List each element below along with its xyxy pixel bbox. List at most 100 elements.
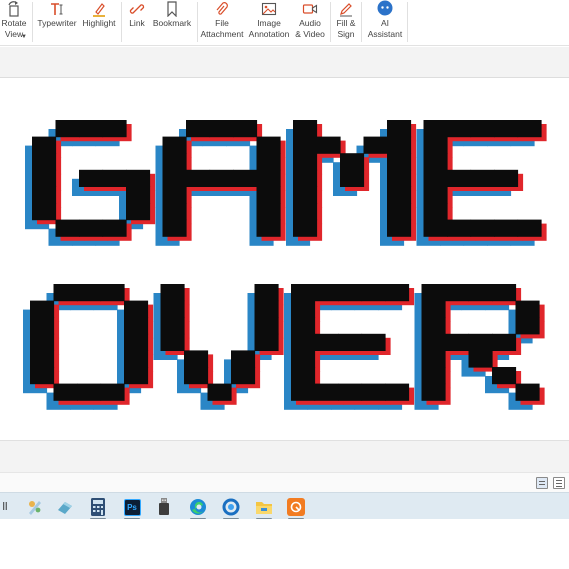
letter-pixel [387, 203, 412, 221]
letter-pixel [102, 219, 127, 237]
letter-pixel [445, 284, 470, 302]
letter-pixel [340, 169, 365, 187]
letter-pixel [291, 383, 316, 401]
ai-assistant-button[interactable]: AI Assistant [365, 0, 405, 46]
toolbar-separator [121, 2, 122, 42]
letter-pixel [421, 367, 446, 385]
letter-pixel [470, 120, 495, 138]
letter-pixel [494, 169, 519, 187]
typewriter-label: Typewriter [37, 18, 77, 28]
letter-pixel [256, 169, 281, 187]
edge-browser-icon[interactable] [187, 496, 209, 520]
letter-pixel [209, 169, 234, 187]
letter-pixel [126, 203, 151, 221]
letter-pixel [421, 383, 446, 401]
letter-pixel [100, 284, 125, 302]
letter-pixel [207, 383, 232, 401]
letter-pixel [468, 333, 493, 351]
ai-assistant-label: AI Assistant [367, 18, 403, 39]
document-bottom-area [0, 440, 569, 472]
toolbar-separator [407, 2, 408, 42]
calculator-icon[interactable] [87, 496, 109, 520]
file-attachment-label: File Attachment [200, 18, 244, 39]
single-page-view-icon[interactable] [536, 477, 548, 489]
document-canvas[interactable] [0, 78, 569, 440]
link-button[interactable]: Link [126, 0, 148, 46]
document-toolbar-area [0, 47, 569, 78]
letter-pixel [293, 153, 318, 171]
letter-pixel [209, 120, 234, 138]
file-attachment-button[interactable]: File Attachment [200, 0, 244, 46]
letter-pixel [423, 153, 448, 171]
continuous-view-icon[interactable] [553, 477, 565, 489]
letter-pixel [162, 203, 187, 221]
letter-pixel [124, 367, 149, 385]
rotate-view-button[interactable]: Rotate View ▼ [0, 0, 28, 46]
bookmark-button[interactable]: Bookmark [152, 0, 192, 46]
fill-sign-button[interactable]: Fill & Sign [333, 0, 359, 46]
letter-pixel [184, 367, 209, 385]
highlight-button[interactable]: Highlight [80, 0, 118, 46]
blank-area [0, 519, 569, 569]
letter-pixel [160, 317, 185, 335]
letter-pixel [53, 284, 78, 302]
letter-pixel [124, 317, 149, 335]
toolbar-separator [361, 2, 362, 42]
letter-pixel [291, 317, 316, 335]
toolbar-separator [32, 2, 33, 42]
letter-pixel [517, 120, 542, 138]
letter-pixel [421, 350, 446, 368]
audio-video-button[interactable]: Audio & Video [292, 0, 328, 46]
letter-pixel [32, 153, 57, 171]
letter-pixel [314, 333, 339, 351]
fill-sign-label: Fill & Sign [336, 18, 356, 39]
usb-drive-icon[interactable] [153, 496, 175, 518]
letter-pixel [517, 219, 542, 237]
letter-pixel [32, 186, 57, 204]
letter-pixel [385, 383, 410, 401]
letter-pixel [124, 333, 149, 351]
typewriter-button[interactable]: Typewriter [36, 0, 78, 46]
letter-pixel [363, 136, 388, 154]
letter-pixel [492, 367, 517, 385]
letter-pixel [162, 169, 187, 187]
letter-pixel [387, 169, 412, 187]
letter-pixel [421, 300, 446, 318]
pdf-reader-icon[interactable] [285, 496, 307, 520]
letter-pixel [340, 153, 365, 171]
letter-pixel [291, 333, 316, 351]
letter-pixel [291, 350, 316, 368]
letter-pixel [233, 169, 258, 187]
letter-pixel [30, 367, 55, 385]
letter-pixel [314, 284, 339, 302]
letter-pixel [423, 186, 448, 204]
file-explorer-icon[interactable] [253, 496, 275, 520]
letter-pixel [291, 284, 316, 302]
paint-icon[interactable] [24, 496, 46, 518]
letter-pixel [492, 333, 517, 351]
letter-pixel [162, 186, 187, 204]
letter-pixel [515, 300, 540, 318]
image-annotation-button[interactable]: Image Annotation [247, 0, 291, 46]
highlighter-icon [90, 0, 108, 18]
letter-pixel [30, 317, 55, 335]
letter-pixel [32, 203, 57, 221]
letter-pixel [160, 284, 185, 302]
letter-pixel [100, 383, 125, 401]
video-camera-icon [301, 0, 319, 18]
letter-pixel [293, 136, 318, 154]
letter-pixel [423, 120, 448, 138]
letter-pixel [254, 333, 279, 351]
letter-pixel [387, 186, 412, 204]
letter-pixel [447, 219, 472, 237]
photoshop-icon[interactable]: Ps [121, 496, 143, 520]
pinned-app-icon[interactable]: ll [0, 496, 16, 518]
circle-app-icon[interactable] [220, 496, 242, 520]
eraser-app-icon[interactable] [54, 496, 76, 518]
letter-pixel [293, 219, 318, 237]
letter-pixel [421, 333, 446, 351]
letter-pixel [361, 333, 386, 351]
pen-icon [337, 0, 355, 18]
letter-pixel [162, 136, 187, 154]
letter-pixel [184, 350, 209, 368]
